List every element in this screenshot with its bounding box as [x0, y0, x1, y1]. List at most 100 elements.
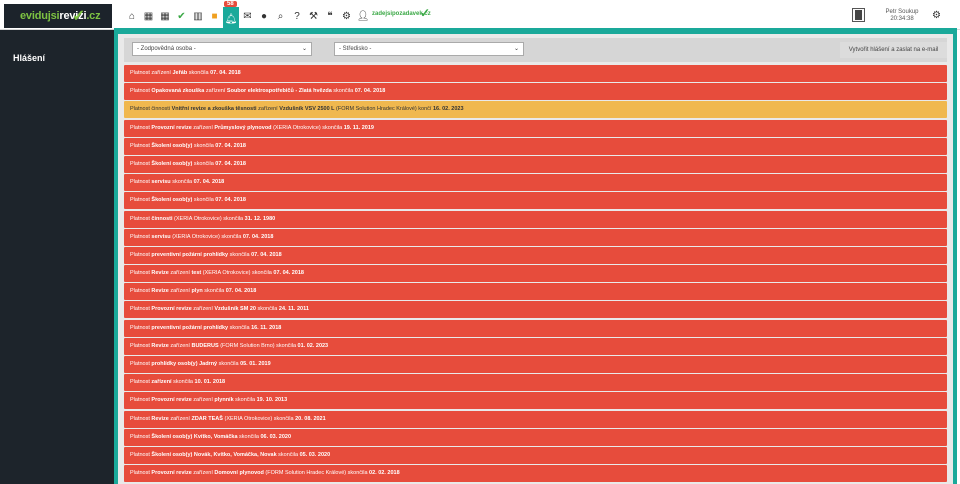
send-report-button[interactable]: Vytvořit hlášení a zaslat na e-mail [840, 42, 947, 58]
list-item[interactable]: Platnost Revize zařízení ZDAR TEAŠ (XERI… [124, 410, 947, 428]
list-item-text: skončila [202, 288, 226, 295]
list-item-text: skončila [255, 306, 279, 313]
list-item-text: Platnost [130, 270, 152, 277]
list-item-text: Platnost [130, 179, 152, 186]
list-item[interactable]: Platnost Provozní revize zařízení Vzdušn… [124, 301, 947, 319]
list-item-text: 05. 03. 2020 [299, 451, 331, 458]
list-item[interactable]: Platnost Provozní revize zařízení Průmys… [124, 119, 947, 137]
top-icon-bar: ⌂ ▦ ▦ ✔ ▥ ■ 58 🔔︎ ✉ ● ⌕ ? ⚒ ❝ ⚙ 👤︎ [124, 1, 372, 31]
list-item-text: Platnost [130, 142, 152, 149]
list-item-text: 31. 12. 1980 [244, 215, 276, 222]
list-item[interactable]: Platnost zařízení skončila 10. 01. 2018 [124, 374, 947, 392]
list-item-text: servisu [151, 179, 171, 186]
search-icon[interactable]: ⌕ [273, 8, 289, 24]
list-item[interactable]: Platnost preventivní požární prohlídky s… [124, 246, 947, 264]
calendar-icon[interactable]: ▦ [141, 8, 157, 24]
list-item-text: Revize [151, 415, 169, 422]
list-item[interactable]: Platnost činnosti (XERIA Otrokovice) sko… [124, 210, 947, 228]
list-item-text: činnosti [151, 215, 173, 222]
list-item[interactable]: Platnost servisu skončila 07. 04. 2018 [124, 174, 947, 192]
user-info[interactable]: Petr Soukup 20:34:38 [877, 9, 927, 23]
list-item-text: (FORM Solution Hradec Králové) skončila [263, 470, 370, 477]
list-item-text: 07. 04. 2018 [273, 270, 304, 277]
list-item-text: Školení osob(y) [151, 433, 193, 440]
list-item[interactable]: Platnost Školení osob(y) Kvítko, Vomáčka… [124, 428, 947, 446]
list-item-text: 19. 11. 2019 [343, 124, 374, 131]
list-item-text: Platnost [130, 288, 152, 295]
help-icon[interactable]: ? [289, 8, 305, 24]
calendar-icon[interactable]: ▦ [157, 8, 173, 24]
list-item-text: Platnost [130, 233, 152, 240]
list-item-text: Školení osob(y) [151, 451, 193, 458]
quote-icon[interactable]: ❝ [322, 8, 338, 24]
list-item-text: zařízení [191, 470, 215, 477]
list-item[interactable]: Platnost prohlídky osob(y) Jadrný skonči… [124, 356, 947, 373]
cog-icon[interactable]: ⚙ [339, 8, 355, 24]
list-item-text: Jeřáb [172, 70, 188, 76]
logo[interactable]: evidujsirevizi.cz ✓ [4, 4, 112, 28]
list-item[interactable]: Platnost Revize zařízení test (XERIA Otr… [124, 265, 947, 283]
list-item[interactable]: Platnost Školení osob(y) skončila 07. 04… [124, 155, 947, 173]
center-select[interactable]: - Středisko - ⌄ [334, 42, 524, 56]
list-item[interactable]: Platnost Revize zařízení plyn skončila 0… [124, 283, 947, 301]
list-item-text: plyn [191, 288, 203, 295]
list-item-text: zařízení [191, 306, 215, 313]
list-item-text: Vzdušník VSV 2500 L [279, 106, 335, 113]
list-item-text: 07. 04. 2018 [215, 142, 246, 149]
filter-bar: - Zodpovědná osoba - ⌄ - Středisko - ⌄ Vyt… [124, 38, 947, 62]
list-item-text: zařízení [151, 379, 172, 386]
list-item-text: (XERIA Otrokovice) skončila [271, 124, 344, 131]
list-item[interactable]: Platnost preventivní požární prohlídky s… [124, 319, 947, 337]
list-item-text: 16. 02. 2023 [432, 106, 464, 113]
list-item-text: 19. 10. 2013 [256, 397, 288, 404]
chevron-down-icon: ⌄ [513, 46, 519, 52]
list-item-text: Provozní revize [151, 397, 192, 404]
list-item-text: Soubor elektrospotřebičů - Zlatá hvězda [226, 88, 332, 95]
chevron-down-icon: ⌄ [301, 46, 307, 52]
report-list: Platnost zařízení Jeřáb skončila 07. 04.… [124, 65, 947, 483]
list-item[interactable]: Platnost Školení osob(y) skončila 07. 04… [124, 137, 947, 155]
list-item[interactable]: Platnost Provozní revize zařízení Domovn… [124, 465, 947, 483]
home-icon[interactable]: ⌂ [124, 8, 140, 24]
list-item[interactable]: Platnost Revize zařízení BUDERUS (FORM S… [124, 337, 947, 355]
check-icon[interactable]: ✔ [174, 8, 190, 24]
list-item-text: preventivní požární prohlídky [151, 251, 229, 258]
list-item[interactable]: Platnost Opakovaná zkouška zařízení Soub… [124, 83, 947, 101]
list-item[interactable]: Platnost Provozní revize zařízení plynní… [124, 392, 947, 410]
list-item-text: 02. 02. 2018 [369, 470, 400, 477]
list-item[interactable]: Platnost Školení osob(y) Novák, Kvítko, … [124, 446, 947, 464]
list-item[interactable]: Platnost činnosti Vnitřní revize a zkouš… [124, 101, 947, 119]
avatar[interactable] [852, 8, 865, 22]
settings-gear-icon[interactable]: ⚙ [932, 10, 941, 21]
list-item[interactable]: Platnost servisu (XERIA Otrokovice) skon… [124, 228, 947, 246]
list-item[interactable]: Platnost zařízení Jeřáb skončila 07. 04.… [124, 65, 947, 82]
list-item-text: 16. 11. 2018 [251, 324, 282, 331]
list-item-text: Platnost [130, 379, 152, 386]
gavel-icon[interactable]: ⚒ [306, 8, 322, 24]
folder-icon[interactable]: ■ [207, 8, 223, 24]
list-item-text: 05. 01. 2019 [240, 361, 271, 367]
list-item-text: 20. 08. 2021 [295, 415, 326, 422]
list-item-text: skončila [192, 160, 216, 167]
user-icon[interactable]: 👤︎ [355, 8, 371, 24]
list-item-text: Platnost [130, 451, 152, 458]
list-item-text: 07. 04. 2018 [251, 251, 282, 258]
list-item-text: (FORM Solution Hradec Králové) končí [334, 106, 433, 113]
list-item-text: Platnost [130, 433, 152, 440]
main-content: - Zodpovědná osoba - ⌄ - Středisko - ⌄ Vyt… [118, 34, 953, 484]
list-item-text: 07. 04. 2018 [225, 288, 257, 295]
list-item-text: Platnost [130, 160, 152, 167]
envelope-icon[interactable]: ✉ [240, 8, 256, 24]
list-item-text: Jadrný [199, 361, 218, 367]
bar-chart-icon[interactable]: ▥ [190, 8, 206, 24]
list-item-text: 07. 04. 2018 [215, 197, 246, 204]
responsible-person-select[interactable]: - Zodpovědná osoba - ⌄ [132, 42, 312, 56]
list-item-text: Průmyslový plynovod [214, 124, 272, 131]
list-item-text: skončila [233, 397, 257, 404]
list-item[interactable]: Platnost Školení osob(y) skončila 07. 04… [124, 192, 947, 210]
list-item-text: preventivní požární prohlídky [151, 324, 229, 331]
list-item-text: Revize [151, 270, 169, 277]
info-icon[interactable]: ● [256, 8, 272, 24]
list-item-text: zařízení [168, 288, 192, 295]
list-item-text: zařízení [168, 270, 192, 277]
